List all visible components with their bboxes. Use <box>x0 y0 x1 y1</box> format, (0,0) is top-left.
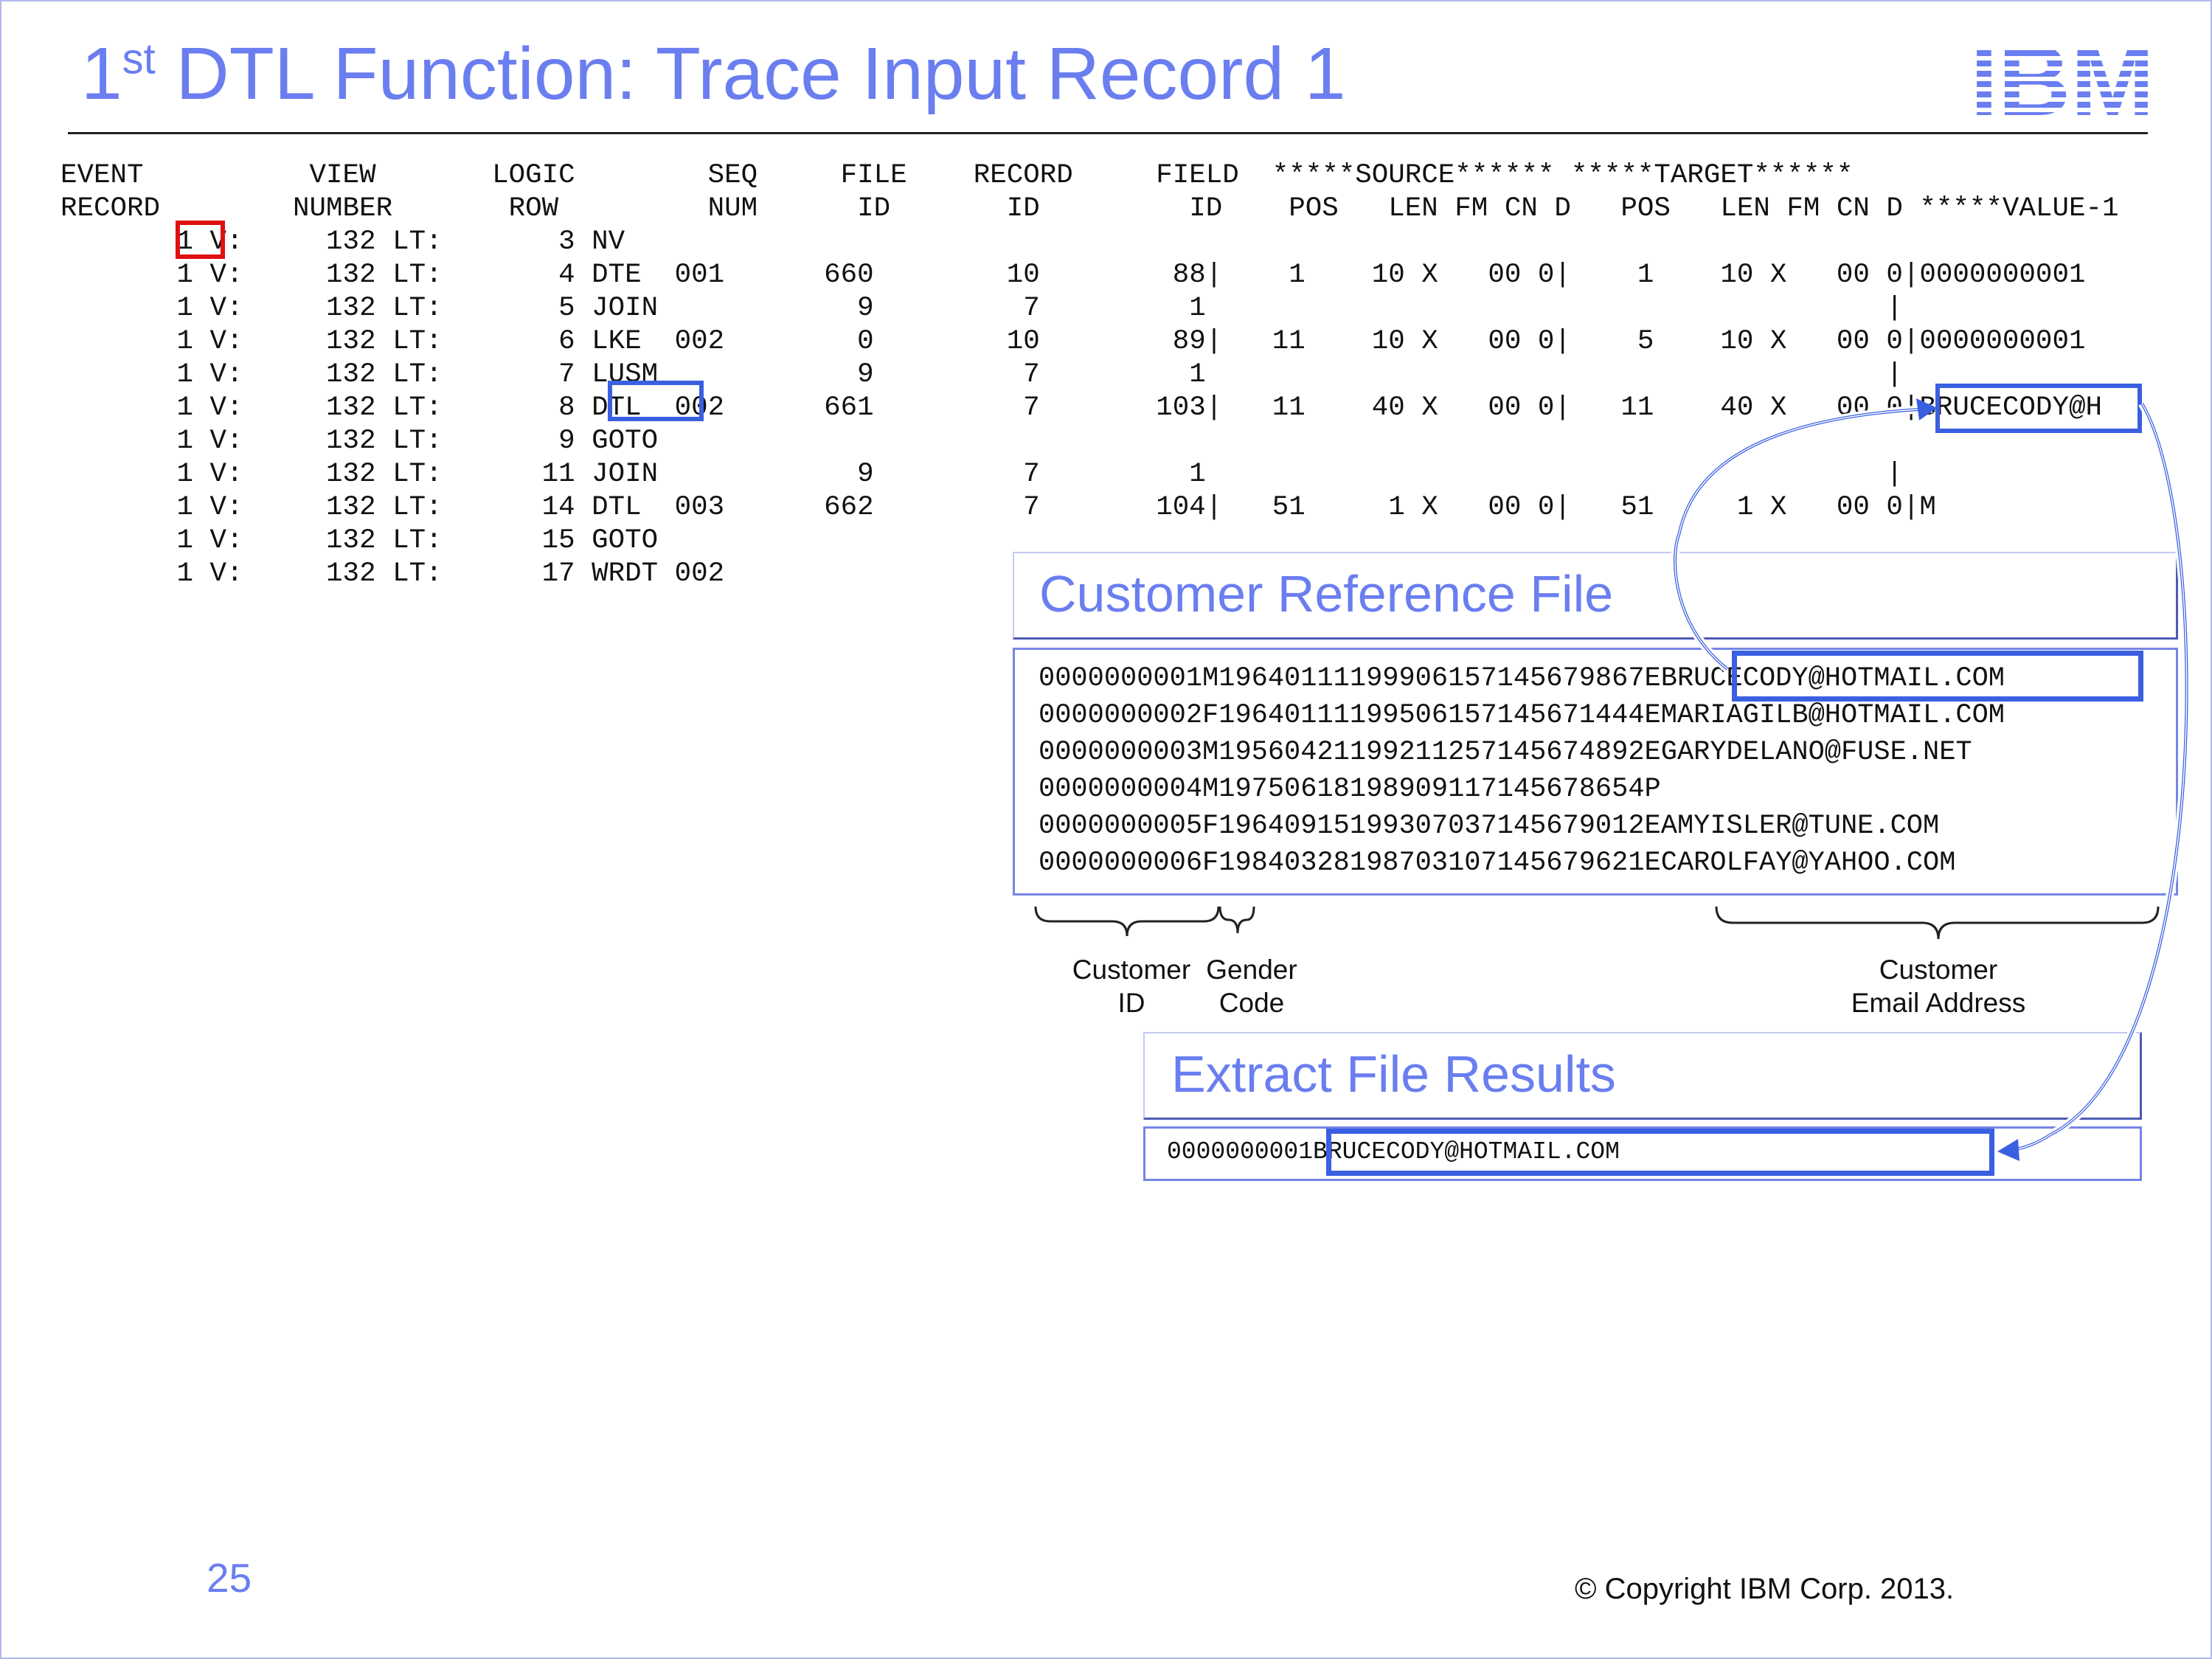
reference-record: 0000000005F19640915199307037145679012EAM… <box>1039 811 1940 842</box>
title-superscript: st <box>122 35 156 83</box>
value-highlight <box>1935 384 2142 433</box>
event-record-highlight <box>176 221 225 259</box>
customer-id-brace <box>1034 906 1220 937</box>
trace-row: 1 V: 132 LT: 5 JOIN 9 7 1 | <box>60 293 1903 324</box>
dtl-function-highlight <box>608 381 704 421</box>
ibm-logo: IBM <box>1970 40 2154 117</box>
page-number: 25 <box>207 1555 252 1601</box>
gender-code-brace <box>1218 906 1255 934</box>
extract-file-results-title: Extract File Results <box>1143 1032 2142 1120</box>
customer-reference-file-title: Customer Reference File <box>1013 552 2178 640</box>
email-brace <box>1715 906 2160 940</box>
reference-record: 0000000004M19750618198909117145678654P <box>1039 774 1661 805</box>
trace-row: 1 V: 132 LT: 8 DTL 002 661 7 103| 11 40 … <box>60 392 2102 423</box>
reference-record: 0000000003M19560421199211257145674892EGA… <box>1039 737 1972 768</box>
title-text: DTL Function: Trace Input Record 1 <box>155 32 1346 115</box>
trace-row: 1 V: 132 LT: 7 LUSM 9 7 1 | <box>60 359 1903 390</box>
reference-record: 0000000006F19840328198703107145679621ECA… <box>1039 848 1956 879</box>
reference-record: 0000000002F19640111199506157145671444EMA… <box>1039 700 2005 731</box>
email-address-label: Customer Email Address <box>1851 955 2026 1018</box>
trace-listing: EVENT VIEW LOGIC SEQ FILE RECORD FIELD *… <box>60 159 2118 591</box>
trace-row: 1 V: 132 LT: 6 LKE 002 0 10 89| 11 10 X … <box>60 326 2086 357</box>
trace-header-line: RECORD NUMBER ROW NUM ID ID ID POS LEN F… <box>60 193 2119 224</box>
trace-row: 1 V: 132 LT: 11 JOIN 9 7 1 | <box>60 459 1903 490</box>
email-highlight <box>1732 651 2143 702</box>
ibm-logo-text: IBM <box>1970 40 2154 117</box>
trace-row: 1 V: 132 LT: 3 NV <box>60 226 625 257</box>
trace-row: 1 V: 132 LT: 17 WRDT 002 <box>60 558 725 589</box>
slide-title: 1st DTL Function: Trace Input Record 1 <box>81 32 1346 115</box>
trace-row: 1 V: 132 LT: 9 GOTO <box>60 426 659 457</box>
extract-email-highlight <box>1326 1129 1994 1176</box>
title-rule <box>68 132 2148 134</box>
trace-header-line: EVENT VIEW LOGIC SEQ FILE RECORD FIELD *… <box>60 160 1854 191</box>
trace-row: 1 V: 132 LT: 15 GOTO <box>60 525 659 556</box>
gender-code-label: Gender Code <box>1206 955 1297 1018</box>
trace-row: 1 V: 132 LT: 14 DTL 003 662 7 104| 51 1 … <box>60 492 1936 523</box>
trace-row: 1 V: 132 LT: 4 DTE 001 660 10 88| 1 10 X… <box>60 260 2086 291</box>
slide: 1st DTL Function: Trace Input Record 1 I… <box>0 0 2212 1659</box>
copyright-notice: © Copyright IBM Corp. 2013. <box>1575 1573 1955 1605</box>
